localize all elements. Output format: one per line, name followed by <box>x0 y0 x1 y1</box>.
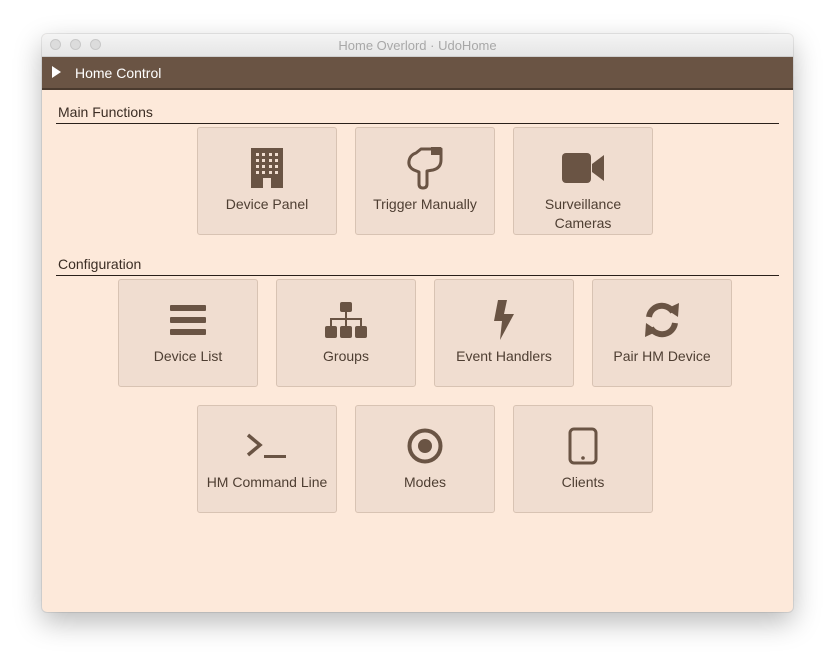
refresh-icon <box>593 298 731 342</box>
device-panel-button[interactable]: Device Panel <box>197 127 337 235</box>
app-window: Home Overlord · UdoHome Home Control Mai… <box>42 34 793 612</box>
section-title-main-functions: Main Functions <box>58 104 153 120</box>
surveillance-cameras-button[interactable]: Surveillance Cameras <box>513 127 653 235</box>
video-camera-icon <box>514 146 652 190</box>
tile-label: Event Handlers <box>456 348 552 364</box>
trigger-manually-button[interactable]: Trigger Manually <box>355 127 495 235</box>
tile-label: Pair HM Device <box>613 348 711 364</box>
tile-label: Trigger Manually <box>373 196 477 212</box>
tile-label: Device Panel <box>225 196 309 212</box>
tile-label: Surveillance Cameras <box>544 196 622 231</box>
list-icon <box>119 298 257 342</box>
title-bar[interactable]: Home Overlord · UdoHome <box>42 34 793 57</box>
tile-label: Modes <box>403 474 447 490</box>
clients-button[interactable]: Clients <box>513 405 653 513</box>
tablet-icon <box>514 424 652 468</box>
modes-button[interactable]: Modes <box>355 405 495 513</box>
section-divider <box>56 123 779 124</box>
terminal-icon <box>198 424 336 468</box>
pointing-hand-icon <box>356 146 494 190</box>
hm-command-line-button[interactable]: HM Command Line <box>197 405 337 513</box>
window-title: Home Overlord · UdoHome <box>338 38 497 53</box>
dot-circle-icon <box>356 424 494 468</box>
tile-label: Groups <box>323 348 369 364</box>
sitemap-icon <box>277 298 415 342</box>
groups-button[interactable]: Groups <box>276 279 416 387</box>
section-divider <box>56 275 779 276</box>
lightning-icon <box>435 298 573 342</box>
device-list-button[interactable]: Device List <box>118 279 258 387</box>
building-icon <box>198 146 336 190</box>
pair-hm-device-button[interactable]: Pair HM Device <box>592 279 732 387</box>
tile-label: HM Command Line <box>206 474 328 490</box>
event-handlers-button[interactable]: Event Handlers <box>434 279 574 387</box>
tile-label: Device List <box>153 348 223 364</box>
tile-label: Clients <box>561 474 605 490</box>
header-bar[interactable]: Home Control <box>42 57 793 90</box>
header-title: Home Control <box>75 65 162 81</box>
section-title-configuration: Configuration <box>58 256 142 272</box>
play-icon[interactable] <box>52 66 61 78</box>
